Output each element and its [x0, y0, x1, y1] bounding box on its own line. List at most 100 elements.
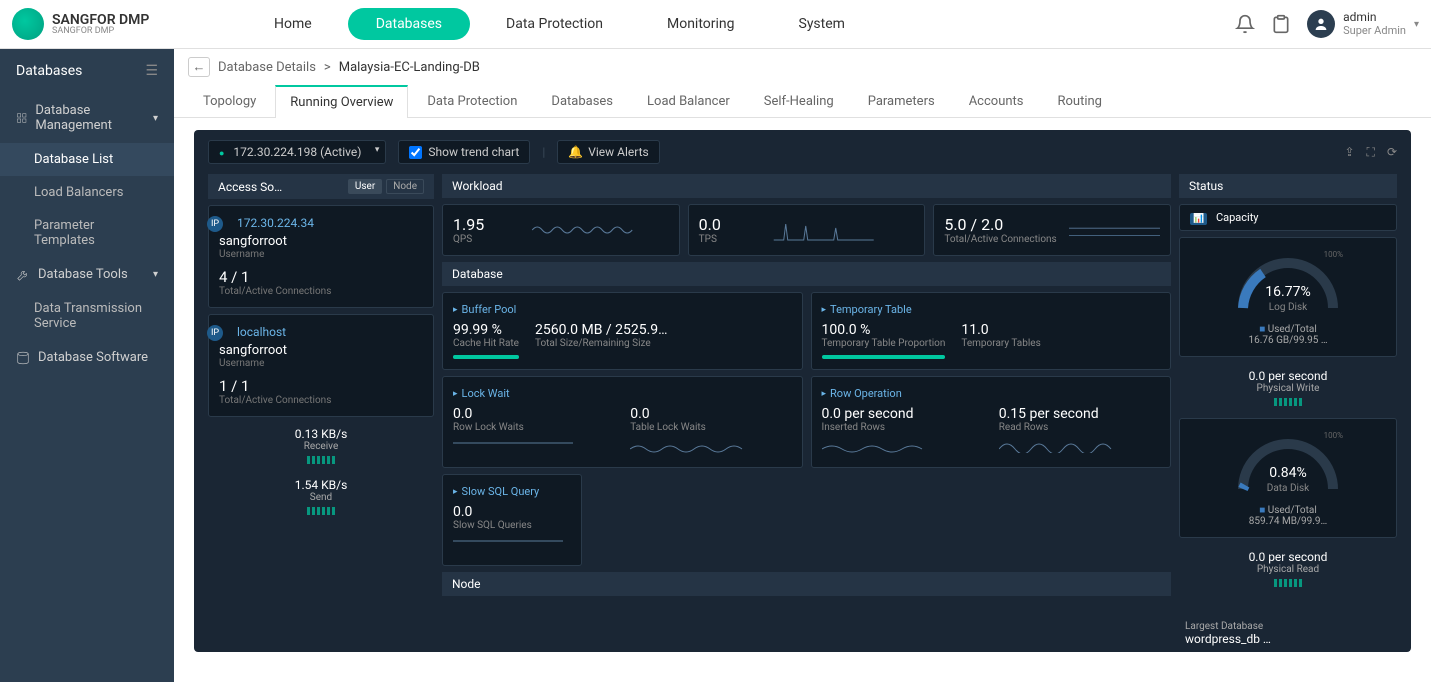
tab-parameters[interactable]: Parameters — [853, 85, 950, 117]
sidebar-tools-label: Database Tools — [38, 267, 128, 282]
largest-db: Largest Database wordpress_db … — [1179, 617, 1397, 650]
logo-icon — [12, 8, 44, 40]
sidebar-db-management[interactable]: Database Management — [0, 93, 174, 143]
data-legend: ■ Used/Total859.74 MB/99.9… — [1190, 505, 1386, 527]
user-menu[interactable]: admin Super Admin ▾ — [1307, 10, 1419, 38]
back-button[interactable]: ← — [188, 57, 210, 77]
user-role: Super Admin — [1343, 25, 1406, 37]
crumb-sep: > — [324, 60, 331, 75]
access-card-0[interactable]: IP 172.30.224.34 sangforroot Username 4 … — [208, 205, 434, 308]
sidebar: Databases ☰ Database Management Database… — [0, 49, 174, 682]
overview-panel: 172.30.224.198 (Active) ▾ Show trend cha… — [194, 130, 1411, 652]
col-status: Status 📊 Capacity 100% 16.77% Log Disk ■… — [1179, 174, 1397, 638]
sidebar-parameter-templates[interactable]: Parameter Templates — [0, 209, 174, 257]
buffer-title: Buffer Pool — [453, 303, 792, 316]
db-grid: Buffer Pool 99.99 %Cache Hit Rate 2560.0… — [442, 292, 1171, 566]
capacity-label: Capacity — [1216, 211, 1259, 224]
temp-count-label: Temporary Tables — [961, 338, 1040, 349]
lock-table-val: 0.0 — [630, 406, 791, 422]
bell-icon[interactable] — [1235, 14, 1255, 34]
net-recv-label: Receive — [208, 441, 434, 452]
avatar-icon — [1307, 10, 1335, 38]
ip-select[interactable]: 172.30.224.198 (Active) ▾ — [208, 140, 386, 164]
rowop-read-val: 0.15 per second — [999, 406, 1160, 422]
nav-data-protection[interactable]: Data Protection — [478, 8, 631, 40]
phys-write-spark-icon — [1183, 398, 1393, 406]
top-nav: Home Databases Data Protection Monitorin… — [246, 8, 873, 40]
wrench-icon — [16, 268, 30, 282]
filter-icon[interactable]: ☰ — [145, 63, 158, 79]
breadcrumb: ← Database Details > Malaysia-EC-Landing… — [174, 49, 1431, 85]
tab-routing[interactable]: Routing — [1043, 85, 1117, 117]
user-name: admin — [1343, 11, 1406, 24]
sidebar-dts[interactable]: Data Transmission Service — [0, 292, 174, 340]
chart-icon: 📊 — [1190, 213, 1207, 225]
sidebar-db-tools[interactable]: Database Tools — [0, 257, 174, 292]
nav-databases[interactable]: Databases — [348, 8, 470, 40]
buffer-size-label: Total Size/Remaining Size — [535, 338, 668, 349]
pill-user[interactable]: User — [348, 179, 382, 194]
phys-read-label: Physical Read — [1183, 564, 1393, 575]
log-used-label: Used/Total — [1268, 324, 1317, 335]
qps-val: 1.95 — [453, 215, 484, 234]
access-user-label-1: Username — [219, 358, 423, 369]
phys-write-val: 0.0 per second — [1183, 369, 1393, 383]
log-label: Log Disk — [1233, 302, 1343, 313]
export-icon[interactable]: ⇪ — [1344, 145, 1354, 160]
net-send: 1.54 KB/s Send — [208, 474, 434, 519]
ip-select-value: 172.30.224.198 (Active) — [233, 145, 361, 159]
database-icon — [16, 351, 30, 365]
main-area: ← Database Details > Malaysia-EC-Landing… — [174, 49, 1431, 682]
tab-topology[interactable]: Topology — [188, 85, 271, 117]
tab-load-balancer[interactable]: Load Balancer — [632, 85, 745, 117]
app-header: SANGFOR DMP SANGFOR DMP Home Databases D… — [0, 0, 1431, 49]
tab-databases[interactable]: Databases — [536, 85, 628, 117]
buffer-hit-val: 99.99 % — [453, 322, 519, 338]
rowop-ins-label: Inserted Rows — [822, 422, 983, 433]
view-alerts-button[interactable]: 🔔 View Alerts — [557, 140, 659, 164]
nav-home[interactable]: Home — [246, 8, 340, 40]
trend-checkbox[interactable]: Show trend chart — [398, 140, 530, 164]
logo-area: SANGFOR DMP SANGFOR DMP — [12, 8, 186, 40]
sidebar-load-balancers[interactable]: Load Balancers — [0, 176, 174, 209]
conn-label: Total/Active Connections — [944, 234, 1056, 245]
overview-grid: Access So… User Node IP 172.30.224.34 sa… — [208, 174, 1397, 638]
data-used-val: 859.74 MB/99.9… — [1249, 516, 1328, 527]
temp-table-card: Temporary Table 100.0 %Temporary Table P… — [811, 292, 1172, 370]
crumb-details[interactable]: Database Details — [218, 60, 316, 75]
fullscreen-icon[interactable]: ⛶ — [1367, 145, 1375, 160]
user-text: admin Super Admin — [1343, 11, 1406, 36]
chevron-down-icon: ▾ — [1414, 19, 1419, 30]
phys-read-stat: 0.0 per second Physical Read — [1179, 544, 1397, 593]
clipboard-icon[interactable] — [1271, 14, 1291, 34]
access-conn-0: 4 / 1 — [219, 268, 423, 286]
log-used-val: 16.76 GB/99.95 … — [1248, 335, 1327, 346]
net-send-val: 1.54 KB/s — [208, 478, 434, 492]
sidebar-database-list[interactable]: Database List — [0, 143, 174, 176]
tab-accounts[interactable]: Accounts — [954, 85, 1039, 117]
workload-row: 1.95QPS 0.0TPS 5.0 / 2.0Total/Active Con… — [442, 204, 1171, 256]
lock-wait-card: Lock Wait 0.0Row Lock Waits 0.0Table Loc… — [442, 376, 803, 468]
ip-chip-icon: IP — [207, 216, 223, 232]
tps-label: TPS — [699, 234, 721, 245]
lock-title: Lock Wait — [453, 387, 792, 400]
temp-count-val: 11.0 — [961, 322, 1040, 338]
brand-subtitle: SANGFOR DMP — [52, 27, 149, 36]
trend-checkbox-input[interactable] — [409, 146, 422, 159]
access-header-label: Access So… — [218, 180, 282, 194]
nav-system[interactable]: System — [771, 8, 873, 40]
sidebar-db-software[interactable]: Database Software — [0, 340, 174, 375]
tab-data-protection[interactable]: Data Protection — [412, 85, 532, 117]
panel-toolbar: 172.30.224.198 (Active) ▾ Show trend cha… — [208, 140, 1397, 164]
tab-self-healing[interactable]: Self-Healing — [749, 85, 849, 117]
nav-monitoring[interactable]: Monitoring — [639, 8, 763, 40]
rowop-title: Row Operation — [822, 387, 1161, 400]
data-used-label: Used/Total — [1268, 505, 1317, 516]
tps-val: 0.0 — [699, 215, 721, 234]
pill-node[interactable]: Node — [386, 179, 424, 194]
sidebar-mgmt-label: Database Management — [35, 103, 145, 133]
access-card-1[interactable]: IP localhost sangforroot Username 1 / 1 … — [208, 314, 434, 417]
col-mid: Workload 1.95QPS 0.0TPS 5.0 / 2.0Total/A… — [442, 174, 1171, 638]
tab-running-overview[interactable]: Running Overview — [275, 85, 408, 118]
refresh-icon[interactable]: ⟳ — [1387, 145, 1397, 160]
